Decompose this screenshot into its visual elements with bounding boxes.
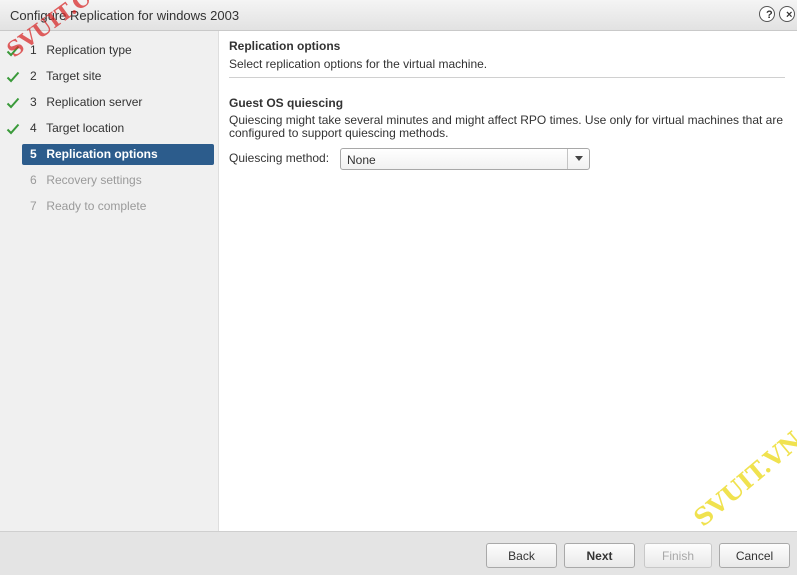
check-icon bbox=[6, 45, 20, 57]
wizard-footer: Back Next Finish Cancel bbox=[0, 531, 797, 575]
check-icon bbox=[6, 97, 20, 109]
wizard-steps-sidebar: 1 Replication type 2 Target site 3 Repli… bbox=[0, 31, 219, 531]
step-replication-type[interactable]: 1 Replication type bbox=[22, 40, 214, 61]
step-replication-server[interactable]: 3 Replication server bbox=[22, 92, 214, 113]
select-value: None bbox=[347, 153, 376, 167]
quiescing-method-select[interactable]: None bbox=[340, 148, 590, 170]
step-recovery-settings: 6 Recovery settings bbox=[22, 170, 214, 191]
cancel-button[interactable]: Cancel bbox=[719, 543, 790, 568]
next-button[interactable]: Next bbox=[564, 543, 635, 568]
close-icon[interactable]: × bbox=[779, 6, 795, 22]
step-number: 4 bbox=[30, 121, 37, 135]
watermark-bottom-right: SVUIT.VN bbox=[688, 425, 797, 533]
step-number: 2 bbox=[30, 69, 37, 83]
quiescing-method-label: Quiescing method: bbox=[229, 151, 330, 165]
help-icon[interactable]: ? bbox=[759, 6, 775, 22]
step-label: Replication type bbox=[46, 43, 132, 57]
check-icon bbox=[6, 71, 20, 83]
check-icon bbox=[6, 123, 20, 135]
back-button[interactable]: Back bbox=[486, 543, 557, 568]
step-number: 3 bbox=[30, 95, 37, 109]
step-replication-options[interactable]: 5 Replication options bbox=[22, 144, 214, 165]
step-label: Target site bbox=[46, 69, 102, 83]
chevron-down-icon bbox=[575, 156, 583, 161]
step-label: Target location bbox=[46, 121, 125, 135]
step-number: 1 bbox=[30, 43, 37, 57]
step-number: 6 bbox=[30, 173, 37, 187]
dropdown-toggle[interactable] bbox=[567, 149, 589, 169]
page-title: Replication options bbox=[229, 39, 341, 53]
section-title: Guest OS quiescing bbox=[229, 96, 344, 110]
step-number: 7 bbox=[30, 199, 37, 213]
step-number: 5 bbox=[30, 147, 37, 161]
step-label: Replication options bbox=[46, 147, 158, 161]
finish-button: Finish bbox=[644, 543, 712, 568]
divider bbox=[229, 77, 785, 78]
page-description: Select replication options for the virtu… bbox=[229, 57, 488, 71]
step-ready-to-complete: 7 Ready to complete bbox=[22, 196, 214, 217]
section-description: Quiescing might take several minutes and… bbox=[229, 113, 784, 140]
step-label: Replication server bbox=[46, 95, 143, 109]
step-label: Recovery settings bbox=[46, 173, 142, 187]
step-target-site[interactable]: 2 Target site bbox=[22, 66, 214, 87]
title-bar: Configure Replication for windows 2003 ?… bbox=[0, 0, 797, 31]
step-label: Ready to complete bbox=[46, 199, 147, 213]
window-title: Configure Replication for windows 2003 bbox=[10, 8, 240, 23]
step-target-location[interactable]: 4 Target location bbox=[22, 118, 214, 139]
